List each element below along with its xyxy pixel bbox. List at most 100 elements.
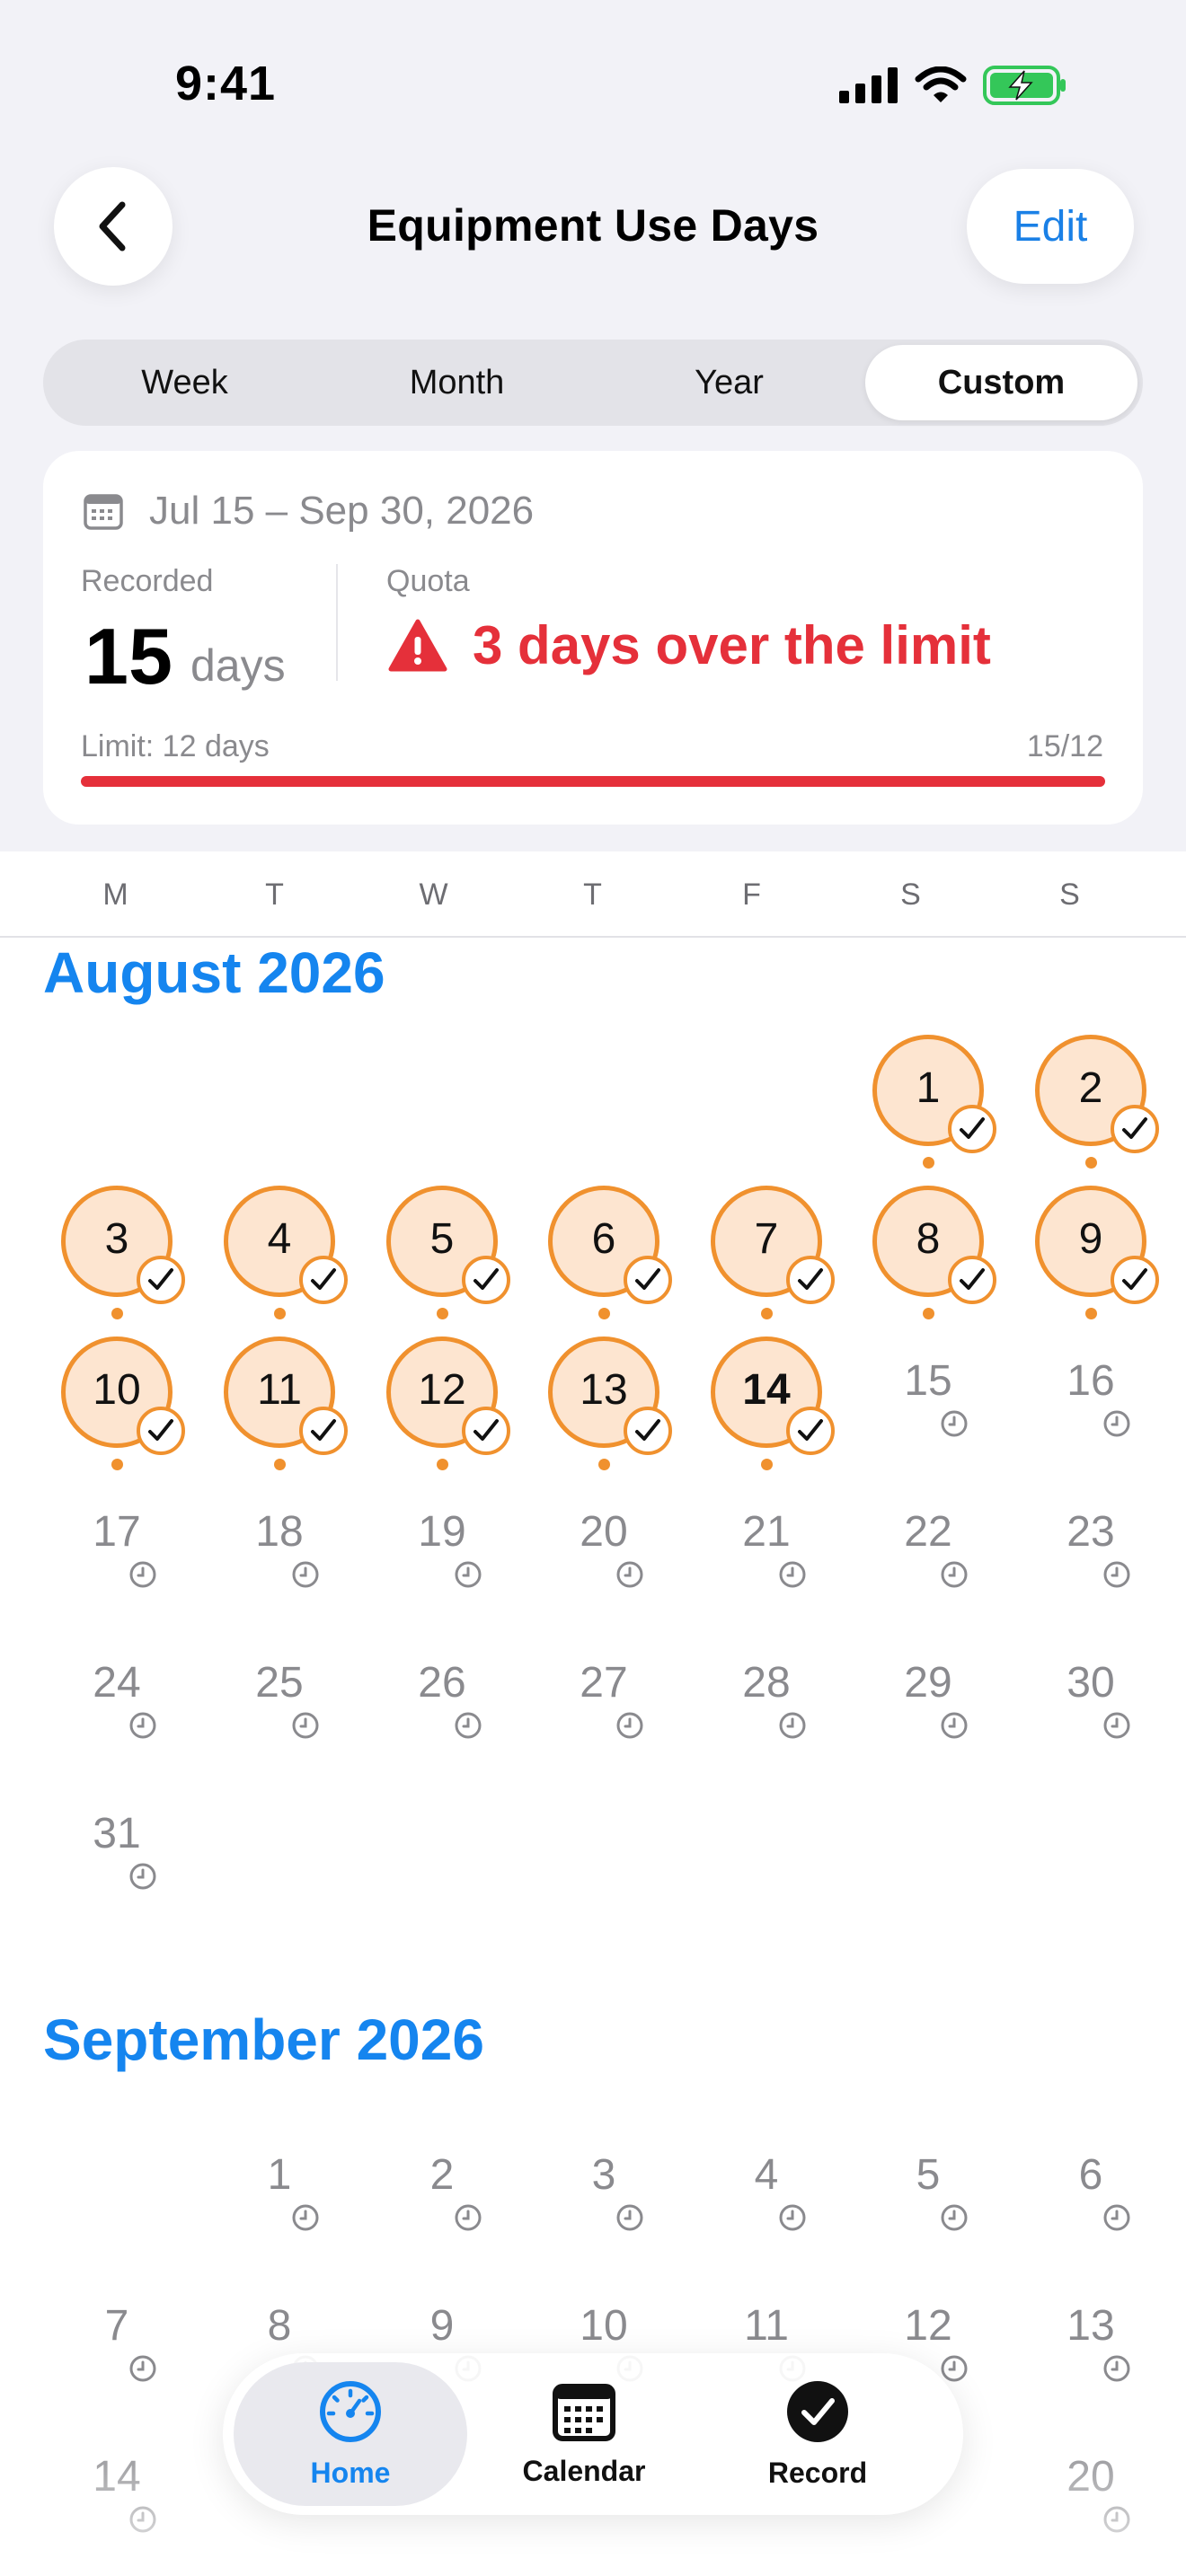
calendar-day[interactable]: 3 bbox=[36, 1186, 198, 1337]
calendar-day[interactable]: 17 bbox=[36, 1487, 198, 1638]
calendar-day[interactable]: 8 bbox=[847, 1186, 1009, 1337]
calendar-day[interactable]: 5 bbox=[361, 1186, 523, 1337]
clock-icon bbox=[616, 1561, 643, 1588]
day-number: 29 bbox=[904, 1659, 952, 1707]
recorded-check-badge bbox=[299, 1256, 348, 1304]
recorded-dot bbox=[598, 1459, 610, 1470]
calendar-day[interactable]: 2 bbox=[1010, 1035, 1172, 1186]
calendar-day[interactable]: 20 bbox=[523, 1487, 685, 1638]
calendar-day[interactable]: 30 bbox=[1010, 1638, 1172, 1789]
day-number: 5 bbox=[916, 2151, 941, 2199]
calendar-day[interactable]: 27 bbox=[523, 1638, 685, 1789]
recorded-dot bbox=[1085, 1308, 1097, 1319]
summary-card: Jul 15 – Sep 30, 2026 Recorded 15 days Q… bbox=[43, 451, 1143, 825]
recorded-dot bbox=[437, 1308, 448, 1319]
clock-icon bbox=[129, 1863, 156, 1890]
edit-button[interactable]: Edit bbox=[967, 169, 1134, 284]
calendar-day[interactable]: 16 bbox=[1010, 1337, 1172, 1487]
clock-icon bbox=[1103, 1712, 1130, 1739]
calendar-day[interactable]: 15 bbox=[847, 1337, 1009, 1487]
calendar-day[interactable]: 28 bbox=[686, 1638, 847, 1789]
clock-icon bbox=[941, 2355, 968, 2382]
calendar-day[interactable]: 31 bbox=[36, 1789, 198, 1940]
day-number: 26 bbox=[418, 1659, 466, 1707]
segment-year[interactable]: Year bbox=[593, 345, 865, 420]
recorded-check-badge bbox=[948, 1256, 996, 1304]
clock-icon bbox=[616, 1712, 643, 1739]
segment-month[interactable]: Month bbox=[321, 345, 593, 420]
clock-icon bbox=[941, 1712, 968, 1739]
tab-bar: Home Calendar Record bbox=[223, 2353, 963, 2515]
calendar-day[interactable]: 25 bbox=[199, 1638, 360, 1789]
calendar-day[interactable]: 18 bbox=[199, 1487, 360, 1638]
calendar-day[interactable]: 5 bbox=[847, 2130, 1009, 2281]
calendar-day[interactable]: 14 bbox=[686, 1337, 847, 1487]
weekday-sun: S bbox=[1059, 878, 1080, 912]
day-number: 24 bbox=[93, 1659, 141, 1707]
day-number: 10 bbox=[580, 2302, 628, 2350]
tab-calendar[interactable]: Calendar bbox=[467, 2362, 701, 2506]
calendar-day[interactable]: 12 bbox=[361, 1337, 523, 1487]
calendar-day[interactable]: 13 bbox=[523, 1337, 685, 1487]
weekday-mon: M bbox=[102, 878, 128, 912]
calendar-day[interactable]: 26 bbox=[361, 1638, 523, 1789]
segment-week[interactable]: Week bbox=[49, 345, 321, 420]
clock-icon bbox=[292, 1561, 319, 1588]
calendar-day[interactable]: 1 bbox=[199, 2130, 360, 2281]
recorded-check-badge bbox=[462, 1256, 510, 1304]
check-icon bbox=[960, 1268, 985, 1290]
check-icon bbox=[311, 1268, 336, 1290]
check-icon bbox=[474, 1268, 499, 1290]
calendar-day[interactable]: 6 bbox=[523, 1186, 685, 1337]
calendar-day[interactable]: 3 bbox=[523, 2130, 685, 2281]
calendar-day[interactable]: 7 bbox=[36, 2281, 198, 2432]
recorded-check-badge bbox=[462, 1407, 510, 1455]
check-icon bbox=[148, 1268, 173, 1290]
calendar-day[interactable]: 21 bbox=[686, 1487, 847, 1638]
recorded-check-badge bbox=[786, 1256, 835, 1304]
day-number: 21 bbox=[742, 1508, 791, 1556]
date-range-text: Jul 15 – Sep 30, 2026 bbox=[149, 489, 535, 533]
tab-record[interactable]: Record bbox=[701, 2362, 934, 2506]
clock-icon bbox=[455, 1561, 482, 1588]
clock-icon bbox=[616, 2204, 643, 2231]
status-icons bbox=[839, 65, 1067, 106]
calendar-day[interactable]: 6 bbox=[1010, 2130, 1172, 2281]
weekday-fri: F bbox=[742, 878, 761, 912]
checkmark-circle-icon bbox=[787, 2380, 848, 2442]
calendar-day[interactable]: 2 bbox=[361, 2130, 523, 2281]
calendar-day[interactable]: 10 bbox=[36, 1337, 198, 1487]
day-number: 11 bbox=[744, 2302, 789, 2350]
check-icon bbox=[798, 1268, 823, 1290]
recorded-dot bbox=[761, 1459, 773, 1470]
calendar-day[interactable]: 29 bbox=[847, 1638, 1009, 1789]
clock-icon bbox=[455, 1712, 482, 1739]
calendar-day[interactable]: 7 bbox=[686, 1186, 847, 1337]
calendar-day[interactable]: 22 bbox=[847, 1487, 1009, 1638]
weekday-sat: S bbox=[900, 878, 921, 912]
tab-home[interactable]: Home bbox=[234, 2362, 467, 2506]
clock-icon bbox=[941, 2204, 968, 2231]
tab-home-label: Home bbox=[310, 2456, 391, 2489]
calendar-day[interactable]: 11 bbox=[199, 1337, 360, 1487]
calendar-day[interactable]: 19 bbox=[361, 1487, 523, 1638]
recorded-check-badge bbox=[786, 1407, 835, 1455]
day-number: 8 bbox=[267, 2302, 292, 2350]
calendar-day[interactable]: 1 bbox=[847, 1035, 1009, 1186]
calendar-day[interactable]: 23 bbox=[1010, 1487, 1172, 1638]
recorded-check-badge bbox=[1111, 1256, 1159, 1304]
check-icon bbox=[474, 1419, 499, 1441]
recorded-unit: days bbox=[190, 640, 286, 691]
date-range-row[interactable]: Jul 15 – Sep 30, 2026 bbox=[83, 489, 534, 534]
calendar-day[interactable]: 4 bbox=[199, 1186, 360, 1337]
calendar-day[interactable]: 24 bbox=[36, 1638, 198, 1789]
day-number: 4 bbox=[754, 2151, 779, 2199]
calendar-day[interactable]: 13 bbox=[1010, 2281, 1172, 2432]
day-number: 23 bbox=[1067, 1508, 1115, 1556]
warning-icon bbox=[388, 619, 447, 671]
clock-icon bbox=[129, 1561, 156, 1588]
segment-custom[interactable]: Custom bbox=[865, 345, 1137, 420]
calendar-day[interactable]: 4 bbox=[686, 2130, 847, 2281]
calendar-grid-icon bbox=[553, 2383, 615, 2441]
calendar-day[interactable]: 9 bbox=[1010, 1186, 1172, 1337]
